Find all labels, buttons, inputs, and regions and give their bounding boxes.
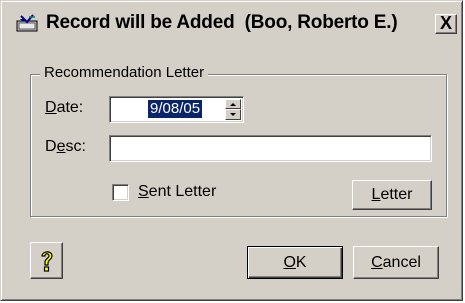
help-button[interactable]	[30, 242, 63, 279]
sent-letter-checkbox[interactable]	[112, 184, 129, 201]
date-field[interactable]: 9/08/05	[109, 96, 244, 123]
arrow-up-icon	[230, 103, 236, 106]
record-added-dialog: Record will be Added (Boo, Roberto E.) X…	[0, 0, 463, 301]
date-value[interactable]: 9/08/05	[148, 100, 203, 118]
spin-down-button[interactable]	[225, 109, 241, 120]
cancel-button[interactable]: Cancel	[353, 246, 439, 279]
close-button[interactable]: X	[435, 14, 457, 34]
title-bar[interactable]: Record will be Added (Boo, Roberto E.) X	[4, 4, 459, 40]
letter-button[interactable]: Letter	[352, 180, 432, 210]
group-legend: Recommendation Letter	[40, 64, 209, 81]
date-spinner[interactable]	[225, 99, 241, 120]
help-question-icon	[38, 249, 56, 278]
record-add-icon	[15, 13, 41, 33]
ok-button[interactable]: OK	[247, 246, 343, 279]
date-label: Date:	[45, 99, 84, 116]
spin-up-button[interactable]	[225, 99, 241, 109]
window-title: Record will be Added (Boo, Roberto E.)	[46, 12, 398, 33]
desc-label: Desc:	[45, 138, 86, 155]
arrow-down-icon	[230, 113, 236, 116]
sent-letter-label[interactable]: Sent Letter	[138, 183, 216, 201]
desc-input[interactable]	[109, 135, 432, 162]
